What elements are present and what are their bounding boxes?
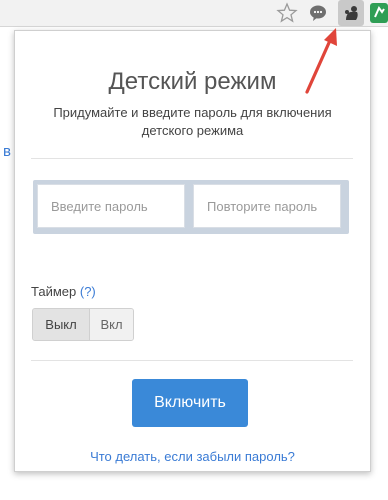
browser-toolbar — [0, 0, 388, 27]
repeat-password-input[interactable] — [193, 184, 341, 228]
timer-off-button[interactable]: Выкл — [33, 309, 90, 340]
green-extension-icon[interactable] — [370, 3, 388, 23]
forgot-password-link[interactable]: Что делать, если забыли пароль? — [15, 449, 370, 464]
timer-toggle: Выкл Вкл — [32, 308, 134, 341]
parental-control-extension-icon[interactable] — [338, 0, 364, 26]
annotation-arrow-icon — [305, 28, 337, 94]
timer-on-button[interactable]: Вкл — [90, 309, 133, 340]
chat-icon[interactable] — [307, 2, 329, 24]
timer-help-link[interactable]: (?) — [80, 284, 96, 299]
parental-mode-popup: Детский режим Придумайте и введите парол… — [14, 30, 371, 472]
password-input[interactable] — [37, 184, 185, 228]
timer-label: Таймер — [31, 284, 77, 299]
timer-label-row: Таймер (?) — [31, 284, 96, 299]
page-background: в — [0, 27, 14, 500]
page-link-fragment[interactable]: в — [3, 143, 11, 160]
password-fields-group — [33, 180, 349, 234]
divider — [31, 158, 353, 159]
star-icon[interactable] — [276, 2, 298, 24]
divider — [31, 360, 353, 361]
enable-button[interactable]: Включить — [132, 379, 248, 427]
popup-subtitle: Придумайте и введите пароль для включени… — [53, 105, 332, 138]
